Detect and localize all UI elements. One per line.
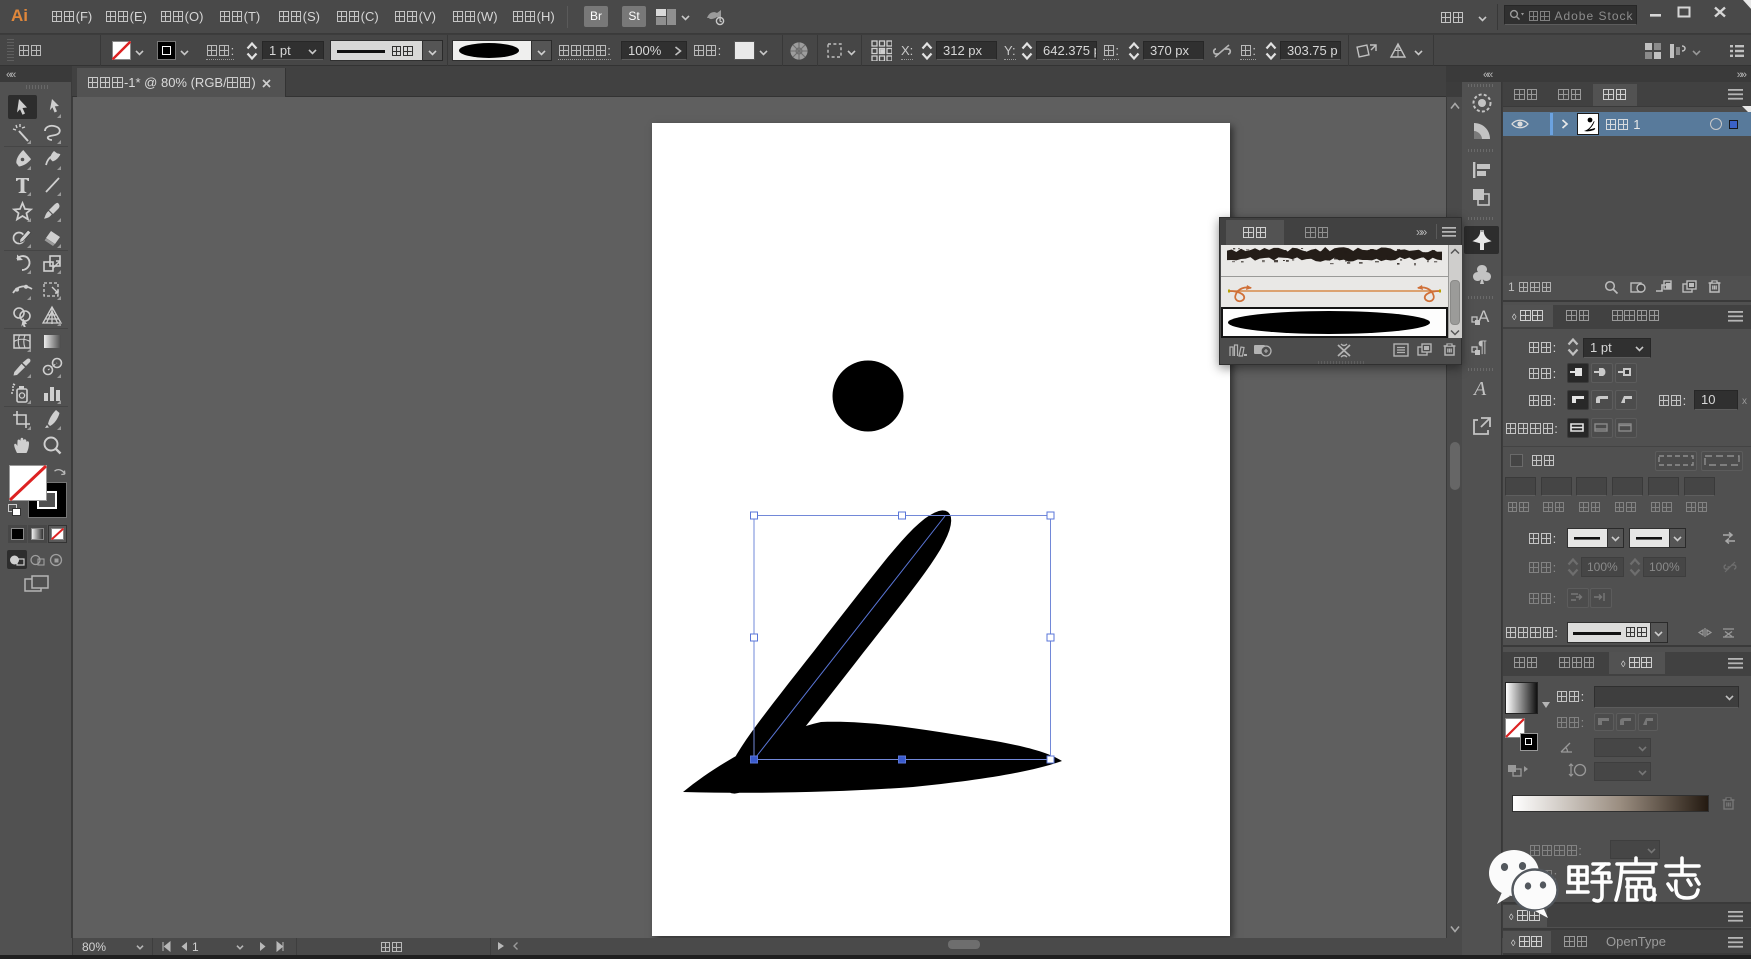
svg-text:A: A <box>1472 378 1487 400</box>
